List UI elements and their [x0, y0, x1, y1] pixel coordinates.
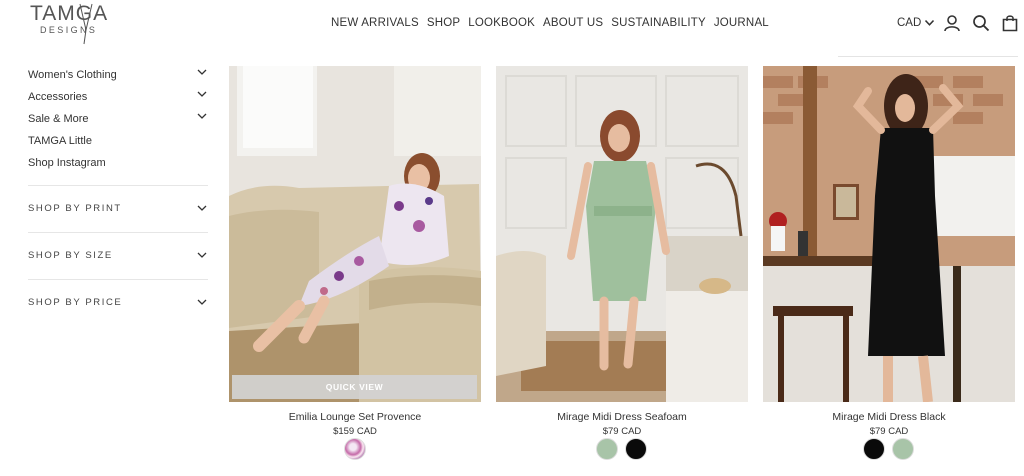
search-icon[interactable] [972, 14, 990, 32]
chevron-down-icon[interactable] [197, 205, 207, 211]
product-price-mirage-black: $79 CAD [869, 426, 909, 437]
logo-subtitle: DESIGNS [40, 25, 97, 35]
product-image-mirage-seafoam[interactable] [496, 66, 748, 402]
filter-shop-by-price[interactable]: SHOP BY PRICE [28, 297, 122, 308]
sidebar-divider [28, 279, 208, 280]
product-title-mirage-black[interactable]: Mirage Midi Dress Black [763, 411, 1015, 423]
user-icon[interactable] [943, 14, 961, 32]
color-swatch-seafoam[interactable] [596, 438, 618, 460]
color-swatch-seafoam[interactable] [892, 438, 914, 460]
sidebar-item-womens-clothing[interactable]: Women's Clothing [28, 69, 117, 81]
product-title-mirage-seafoam[interactable]: Mirage Midi Dress Seafoam [496, 411, 748, 423]
currency-label: CAD [897, 17, 922, 29]
currency-selector[interactable]: CAD [897, 17, 935, 29]
sidebar-divider [28, 232, 208, 233]
sidebar-item-shop-instagram[interactable]: Shop Instagram [28, 157, 106, 169]
logo[interactable]: TAMGA DESIGNS [28, 0, 128, 50]
nav-shop[interactable]: SHOP [427, 17, 460, 29]
logo-wordmark: TAMGA [30, 2, 108, 25]
nav-lookbook[interactable]: LOOKBOOK [468, 17, 535, 29]
color-swatch-black[interactable] [625, 438, 647, 460]
sidebar-item-sale-and-more[interactable]: Sale & More [28, 113, 89, 125]
nav-sustainability[interactable]: SUSTAINABILITY [611, 17, 706, 29]
product-image-mirage-black[interactable] [763, 66, 1015, 402]
chevron-down-icon[interactable] [197, 299, 207, 305]
chevron-down-icon[interactable] [197, 252, 207, 258]
filter-shop-by-print[interactable]: SHOP BY PRINT [28, 203, 122, 214]
chevron-down-icon [925, 20, 935, 26]
nav-about-us[interactable]: ABOUT US [543, 17, 603, 29]
quick-view-button[interactable]: QUICK VIEW [232, 375, 477, 399]
header-divider [838, 56, 1018, 57]
color-swatch-provence[interactable] [344, 438, 366, 460]
filter-shop-by-size[interactable]: SHOP BY SIZE [28, 250, 113, 261]
product-image-emilia-lounge-set[interactable] [229, 66, 481, 402]
bag-icon[interactable] [1001, 14, 1019, 32]
chevron-down-icon[interactable] [197, 69, 207, 75]
chevron-down-icon[interactable] [197, 113, 207, 119]
sidebar-item-tamga-little[interactable]: TAMGA Little [28, 135, 92, 147]
main-nav: NEW ARRIVALS SHOP LOOKBOOK ABOUT US SUST… [331, 17, 777, 29]
sidebar-divider [28, 185, 208, 186]
nav-new-arrivals[interactable]: NEW ARRIVALS [331, 17, 419, 29]
chevron-down-icon[interactable] [197, 91, 207, 97]
product-price-mirage-seafoam: $79 CAD [602, 426, 642, 437]
product-price-emilia: $159 CAD [333, 426, 377, 437]
sidebar-item-accessories[interactable]: Accessories [28, 91, 87, 103]
color-swatch-black[interactable] [863, 438, 885, 460]
product-title-emilia[interactable]: Emilia Lounge Set Provence [229, 411, 481, 423]
nav-journal[interactable]: JOURNAL [714, 17, 769, 29]
